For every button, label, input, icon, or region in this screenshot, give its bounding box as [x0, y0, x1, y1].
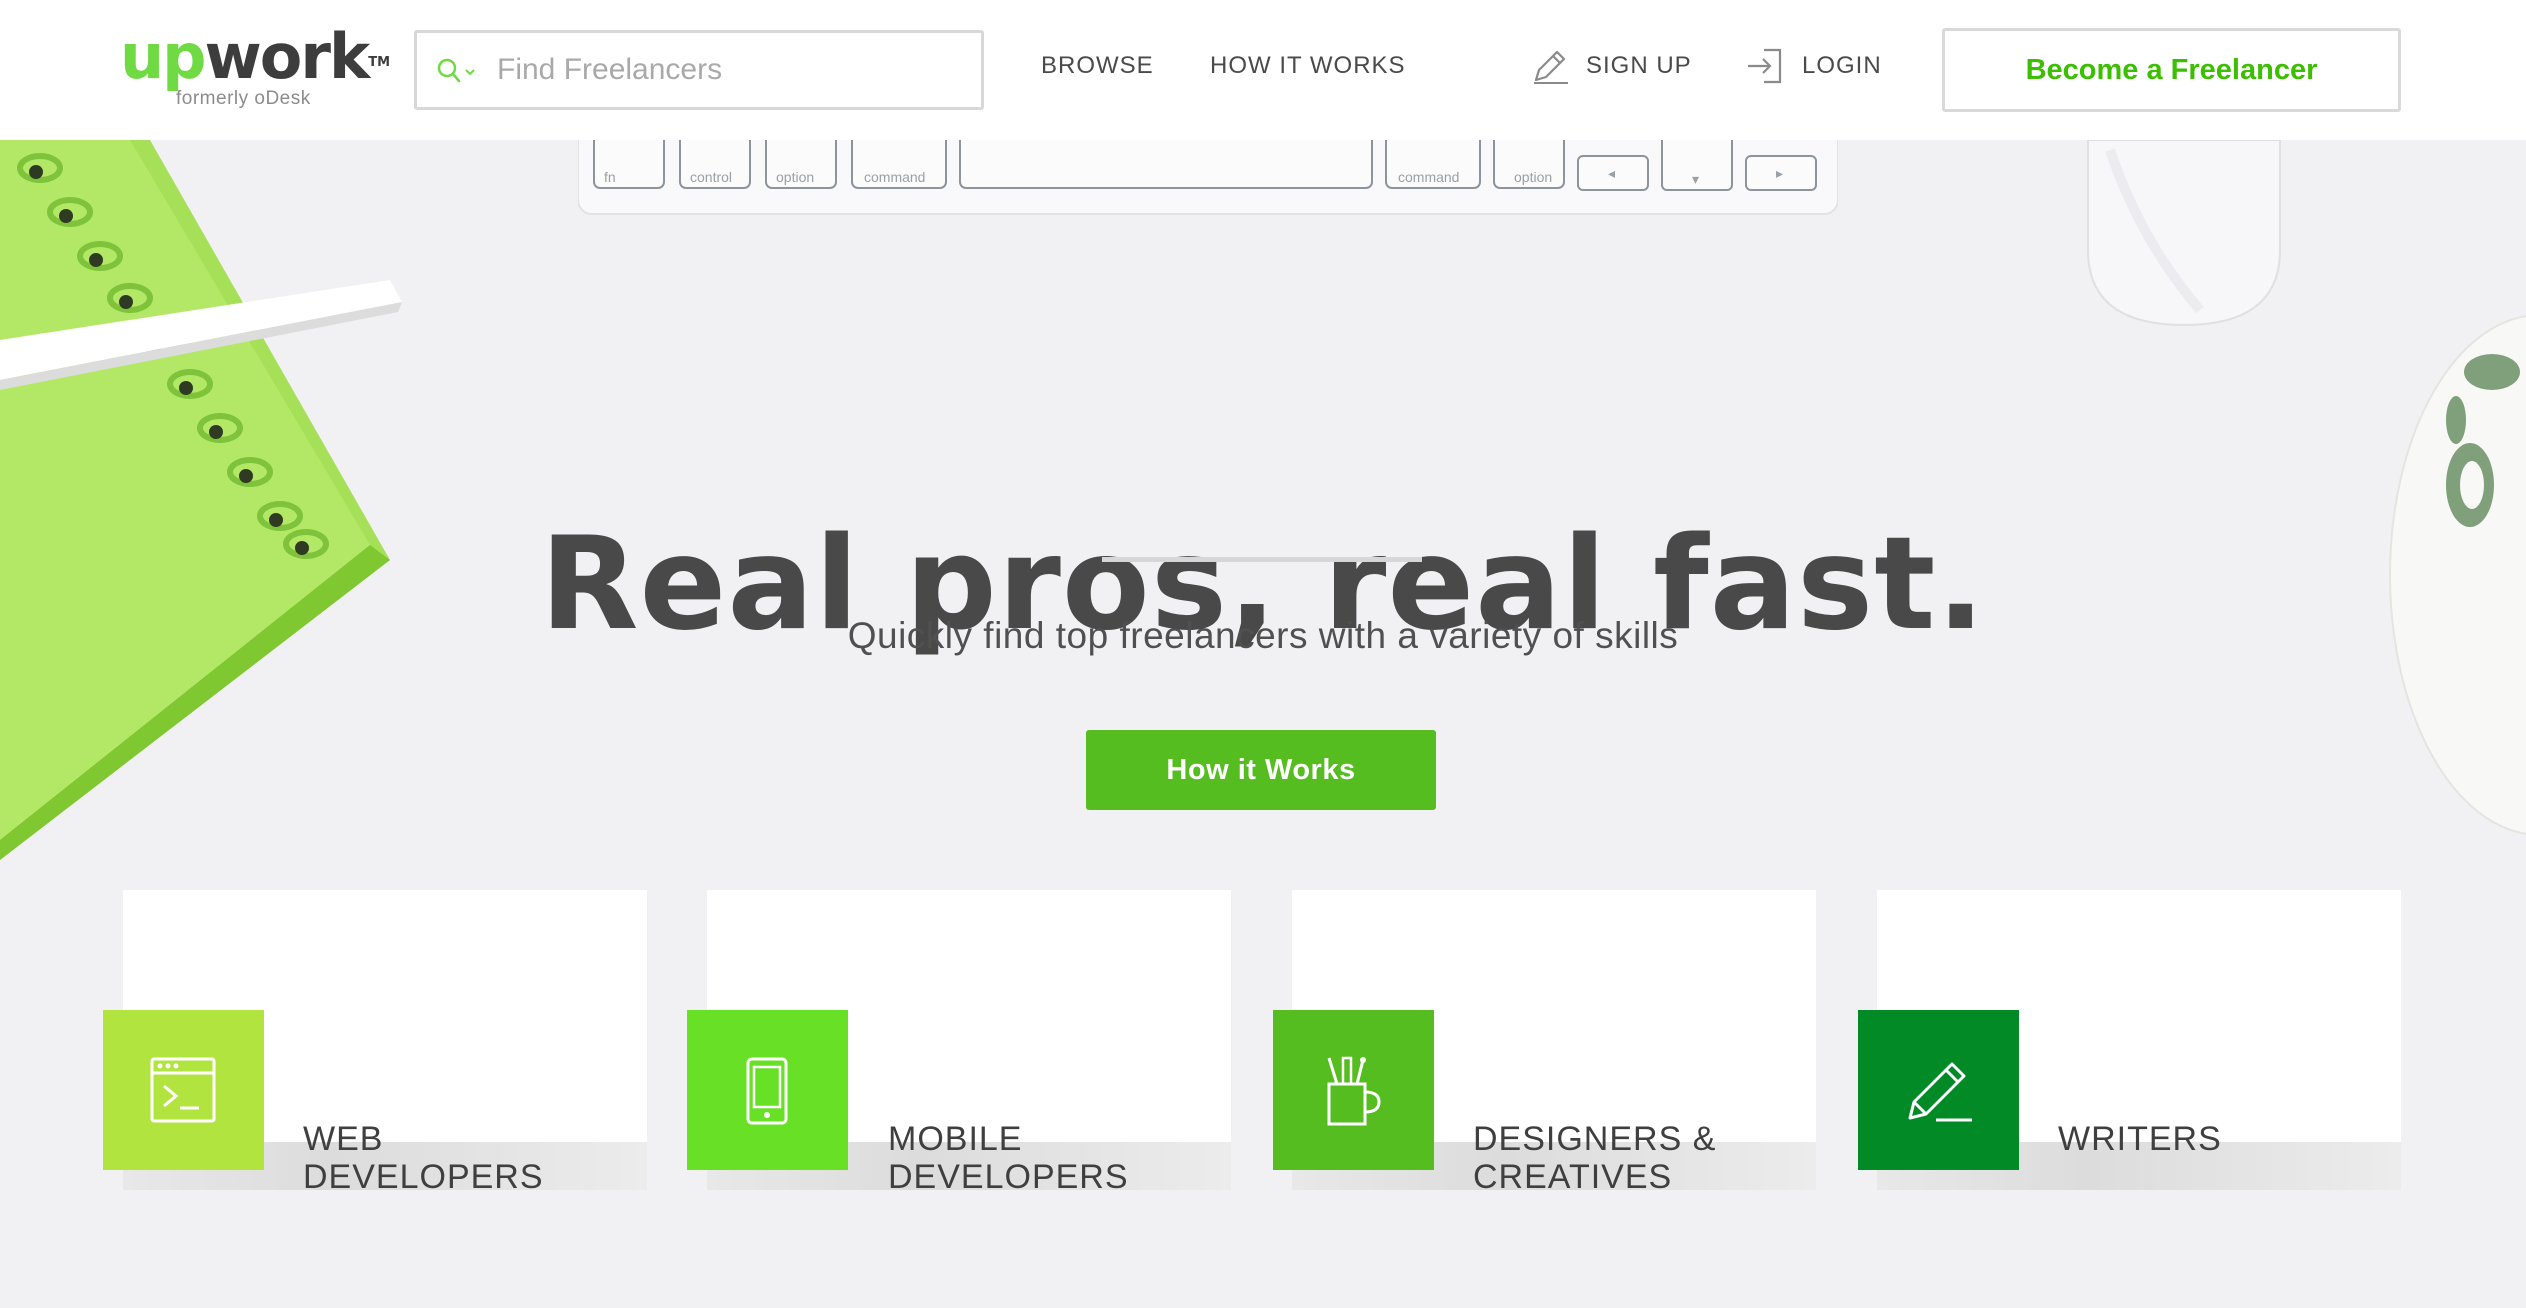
key-fn: fn — [604, 169, 616, 185]
mouse-decoration — [2087, 140, 2281, 327]
nav-sign-up[interactable]: SIGN UP — [1586, 52, 1692, 80]
category-tile-writers[interactable] — [1858, 1010, 2019, 1170]
logo-wordmark: upworkTM — [120, 26, 390, 88]
category-tile-web[interactable] — [103, 1010, 264, 1170]
search-input[interactable] — [497, 45, 967, 95]
svg-text:▾: ▾ — [1692, 171, 1699, 187]
key-command: command — [864, 169, 925, 185]
category-label-mobile-developers[interactable]: MOBILE DEVELOPERS — [888, 1120, 1129, 1196]
nav-how-it-works[interactable]: HOW IT WORKS — [1210, 52, 1406, 80]
category-tile-mobile[interactable] — [687, 1010, 848, 1170]
hero-divider — [1102, 557, 1422, 562]
pencil-icon — [1908, 1062, 1972, 1122]
terminal-window-icon — [150, 1057, 216, 1123]
search-icon[interactable] — [437, 57, 487, 87]
how-it-works-button[interactable]: How it Works — [1086, 730, 1436, 810]
nav-browse[interactable]: BROWSE — [1041, 52, 1154, 80]
hero-subhead: Quickly find top freelancers with a vari… — [847, 615, 1679, 656]
notebook-decoration — [0, 140, 402, 860]
pencil-signup-icon[interactable] — [1530, 46, 1570, 86]
top-navbar: upworkTM formerly oDesk BROWSE HOW IT WO… — [0, 0, 2526, 140]
search-box — [414, 30, 984, 110]
nav-login[interactable]: LOGIN — [1802, 52, 1882, 80]
category-label-web-developers[interactable]: WEB DEVELOPERS — [303, 1120, 544, 1196]
logo-work: work — [204, 20, 371, 93]
svg-text:▸: ▸ — [1776, 165, 1783, 181]
category-label-designers-creatives[interactable]: DESIGNERS & CREATIVES — [1473, 1120, 1716, 1196]
key-control: control — [690, 169, 732, 185]
logo-trademark: TM — [368, 55, 391, 70]
key-option: option — [776, 169, 814, 185]
keyboard-decoration: fn control option command command option… — [578, 140, 1838, 215]
become-freelancer-button[interactable]: Become a Freelancer — [1942, 28, 2401, 112]
svg-text:◂: ◂ — [1608, 165, 1615, 181]
logo-up: up — [120, 20, 207, 93]
category-tile-designers[interactable] — [1273, 1010, 1434, 1170]
login-arrow-icon[interactable] — [1746, 46, 1786, 86]
key-option-right: option — [1514, 169, 1552, 185]
key-command-right: command — [1398, 169, 1459, 185]
category-label-writers[interactable]: WRITERS — [2058, 1120, 2222, 1158]
pencil-cup-icon — [1327, 1056, 1381, 1126]
upwork-logo[interactable]: upworkTM formerly oDesk — [120, 26, 390, 116]
logo-tagline: formerly oDesk — [176, 88, 311, 109]
mobile-phone-icon — [746, 1057, 788, 1125]
